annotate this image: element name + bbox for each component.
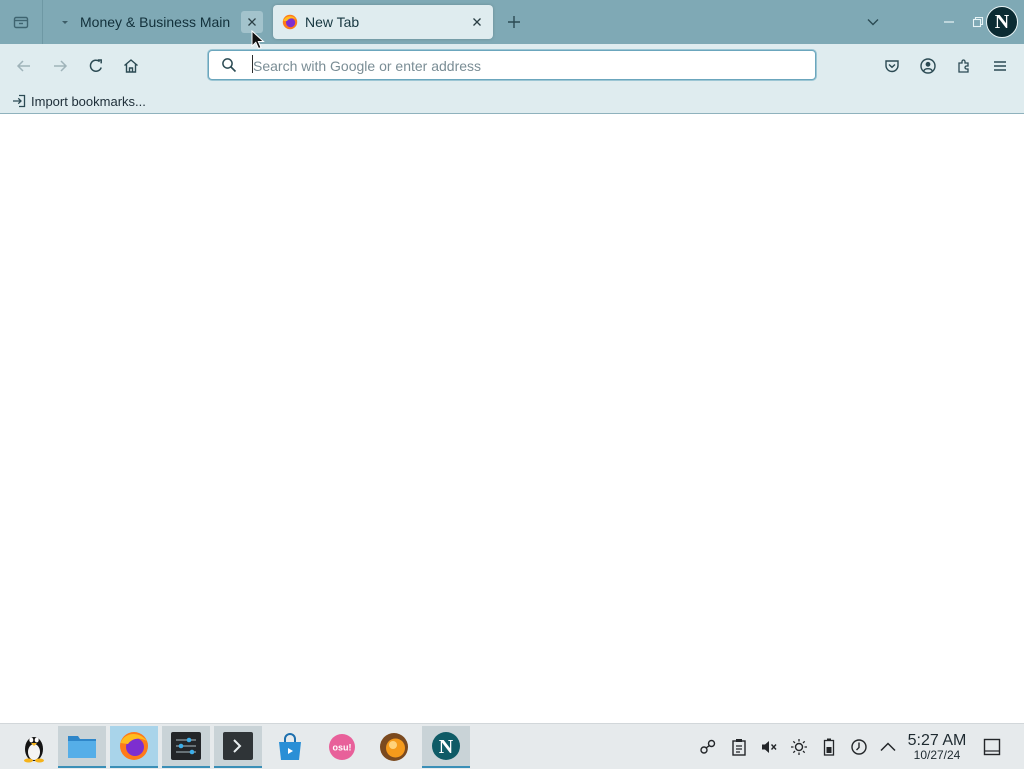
tab-label: Money & Business Main [80,14,231,30]
reload-icon [89,59,102,72]
taskbar-orange-app[interactable] [370,726,418,768]
settings-mixer-icon [171,732,201,760]
home-button[interactable] [119,54,143,78]
terminal-icon [223,732,253,760]
account-button[interactable] [916,54,940,78]
extensions-button[interactable] [952,54,976,78]
firefox-icon [120,732,148,760]
osu-icon-label: osu! [333,743,352,753]
window-avatar[interactable]: N [986,6,1018,38]
clock-date: 10/27/24 [913,748,961,762]
clock-time: 5:27 AM [907,732,967,749]
url-bar[interactable] [208,50,816,80]
tab-close-button[interactable] [466,11,488,33]
volume-muted-icon [762,741,777,753]
avatar-letter: N [994,10,1010,33]
tab-money-business[interactable]: Money & Business Main [48,5,268,39]
tab-list-button[interactable] [0,0,43,44]
back-icon [16,60,30,72]
forward-icon [54,60,68,72]
show-desktop-icon [983,738,1001,756]
chevron-down-icon [867,19,879,26]
menu-icon [994,61,1006,71]
minimize-icon [944,21,954,23]
netscape-icon: N [432,732,460,760]
window-minimize-button[interactable] [938,11,960,33]
tab-list-icon [12,13,30,31]
tray-battery[interactable] [819,737,839,757]
orange-app-icon [380,733,408,761]
text-caret [252,55,253,73]
file-manager-icon [68,736,96,758]
taskbar-osu[interactable]: osu! [318,726,366,768]
network-icon [700,739,716,754]
clock[interactable]: 5:27 AM 10/27/24 [900,732,974,762]
battery-icon [823,738,835,756]
tray-network[interactable] [698,737,718,757]
tray-expand-icon [880,742,896,752]
taskbar-terminal[interactable] [214,726,262,768]
new-tab-button[interactable] [503,11,525,33]
home-icon [124,59,138,73]
tray-expand-button[interactable] [878,737,898,757]
tray-brightness[interactable] [789,737,809,757]
pocket-button[interactable] [880,54,904,78]
url-input[interactable] [251,54,805,78]
pocket-icon [885,60,899,73]
taskbar-app-launcher[interactable] [10,726,58,768]
restore-icon [972,16,984,28]
store-icon [279,733,301,760]
taskbar-store[interactable] [266,726,314,768]
update-icon [851,739,867,755]
tab-strip: Money & Business Main New Tab N [0,0,1024,44]
taskbar-netscape[interactable]: N [422,726,470,768]
plus-icon [508,16,520,28]
navigation-toolbar [0,44,1024,88]
forward-button[interactable] [48,54,72,78]
tray-updates[interactable] [849,737,869,757]
mouse-cursor-icon [251,29,265,55]
close-icon [473,18,481,26]
tab-new-tab[interactable]: New Tab [273,5,493,39]
bookmarks-toolbar: Import bookmarks... [0,88,1024,114]
brightness-icon [791,739,807,755]
close-icon [248,18,256,26]
taskbar-firefox[interactable] [110,726,158,768]
import-bookmarks-link[interactable]: Import bookmarks... [12,91,146,111]
import-bookmarks-label: Import bookmarks... [31,93,146,109]
back-button[interactable] [12,54,36,78]
account-icon [920,58,936,74]
show-desktop-button[interactable] [982,737,1002,757]
tab-label: New Tab [305,14,360,30]
import-icon [12,94,26,108]
tab-overflow-button[interactable] [862,11,884,33]
tux-icon [24,737,44,763]
tray-clipboard[interactable] [729,737,749,757]
search-icon [221,57,237,73]
firefox-icon [282,14,298,30]
taskbar-file-manager[interactable] [58,726,106,768]
taskbar: osu! N 5:27 AM 10/27/24 [0,723,1024,769]
collapse-arrow-icon [57,14,73,30]
svg-text:N: N [439,736,454,758]
tray-volume[interactable] [759,737,779,757]
extensions-icon [958,59,969,73]
taskbar-settings-mixer[interactable] [162,726,210,768]
app-menu-button[interactable] [988,54,1012,78]
reload-button[interactable] [84,54,108,78]
clipboard-icon [732,739,746,756]
osu-icon: osu! [329,734,355,760]
